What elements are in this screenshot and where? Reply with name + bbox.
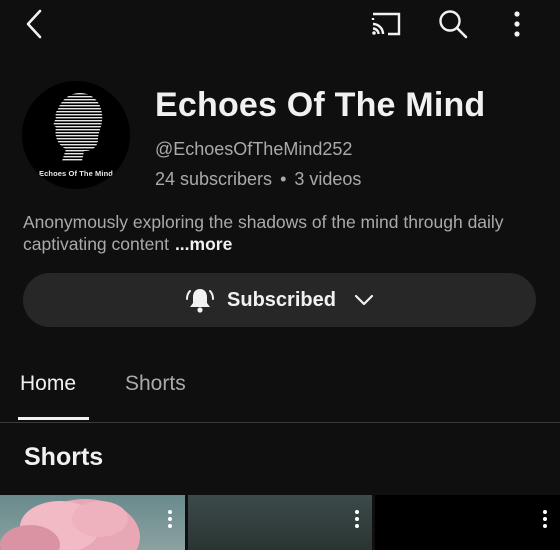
section-title: Shorts — [24, 443, 104, 471]
subscribed-label: Subscribed — [227, 288, 336, 311]
more-link[interactable]: ...more — [175, 234, 232, 254]
cast-icon — [371, 12, 401, 36]
top-app-bar — [0, 0, 560, 48]
channel-tabs: Home Shorts — [0, 360, 560, 423]
tab-home[interactable]: Home — [20, 372, 76, 396]
channel-name: Echoes Of The Mind — [155, 86, 486, 124]
tab-shorts[interactable]: Shorts — [125, 372, 186, 396]
short-thumbnail[interactable] — [188, 495, 372, 550]
more-vertical-icon[interactable] — [540, 509, 550, 529]
back-arrow-icon — [26, 9, 42, 39]
more-vertical-icon[interactable] — [352, 509, 362, 529]
flower-image — [0, 499, 140, 550]
chevron-down-icon — [354, 294, 374, 306]
video-count: 3 videos — [294, 169, 362, 189]
shorts-shelf — [0, 495, 560, 550]
active-tab-indicator — [18, 417, 89, 420]
separator-dot: • — [280, 169, 287, 189]
channel-stats: 24 subscribers • 3 videos — [155, 169, 361, 190]
short-thumbnail[interactable] — [0, 495, 185, 550]
back-button[interactable] — [18, 6, 50, 42]
cast-button[interactable] — [366, 8, 406, 40]
subscribed-button[interactable]: Subscribed — [23, 273, 536, 327]
search-button[interactable] — [434, 6, 472, 42]
more-options-button[interactable] — [502, 6, 532, 42]
search-icon — [439, 10, 468, 39]
channel-avatar[interactable]: Echoes Of The Mind — [22, 81, 130, 189]
channel-handle: @EchoesOfTheMind252 — [155, 139, 353, 159]
more-vertical-icon[interactable] — [165, 509, 175, 529]
avatar-text: Echoes Of The Mind — [39, 169, 113, 178]
description-text: Anonymously exploring the shadows of the… — [23, 212, 504, 254]
bell-icon — [186, 289, 215, 313]
short-thumbnail[interactable] — [375, 495, 560, 550]
subscriber-count: 24 subscribers — [155, 169, 273, 189]
channel-description[interactable]: Anonymously exploring the shadows of the… — [23, 211, 543, 255]
more-vertical-icon — [514, 11, 520, 37]
